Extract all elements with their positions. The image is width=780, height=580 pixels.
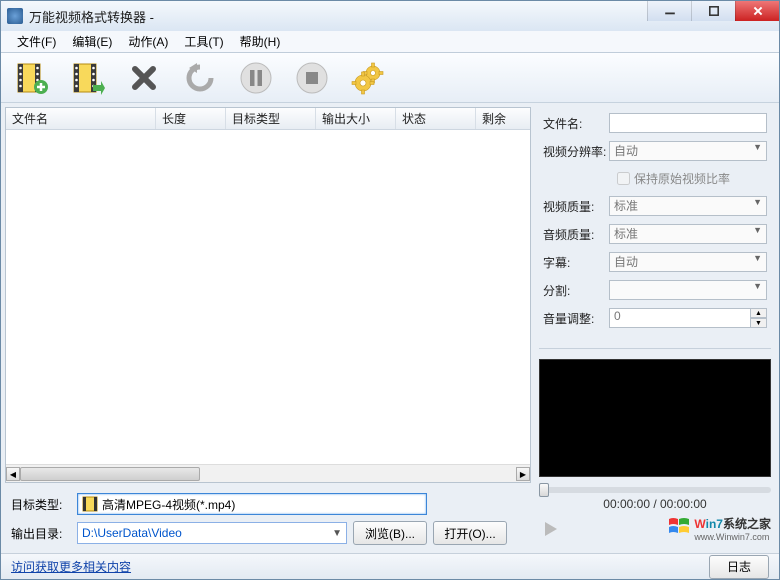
play-icon	[541, 520, 559, 538]
pause-button[interactable]	[237, 59, 275, 97]
volume-down-button[interactable]: ▼	[751, 318, 767, 328]
menu-edit[interactable]: 编辑(E)	[64, 31, 120, 52]
chevron-down-icon: ▼	[753, 281, 762, 291]
menu-file[interactable]: 文件(F)	[9, 31, 64, 52]
delete-button[interactable]	[125, 59, 163, 97]
titlebar: 万能视频格式转换器 -	[1, 1, 779, 31]
resolution-select[interactable]: 自动▼	[609, 141, 767, 161]
stop-button[interactable]	[293, 59, 331, 97]
video-quality-select[interactable]: 标准▼	[609, 196, 767, 216]
volume-input[interactable]: 0	[609, 308, 751, 328]
target-type-value: 高清MPEG-4视频(*.mp4)	[102, 496, 235, 513]
app-window: 万能视频格式转换器 - 文件(F) 编辑(E) 动作(A) 工具(T) 帮助(H…	[0, 0, 780, 580]
subtitle-label: 字幕:	[543, 254, 609, 271]
col-remaining[interactable]: 剩余	[476, 108, 530, 129]
settings-button[interactable]	[349, 59, 387, 97]
time-display: 00:00:00 / 00:00:00	[539, 497, 771, 511]
volume-label: 音量调整:	[543, 310, 609, 327]
scroll-right-arrow[interactable]: ▶	[516, 467, 530, 481]
seek-slider[interactable]	[539, 487, 771, 493]
subtitle-select[interactable]: 自动▼	[609, 252, 767, 272]
maximize-button[interactable]	[691, 1, 735, 21]
chevron-down-icon: ▼	[753, 197, 762, 207]
audio-quality-label: 音频质量:	[543, 226, 609, 243]
browse-button[interactable]: 浏览(B)...	[353, 521, 427, 545]
output-dir-label: 输出目录:	[11, 525, 71, 542]
refresh-icon	[183, 61, 217, 95]
log-button[interactable]: 日志	[709, 555, 769, 579]
play-button[interactable]	[539, 518, 561, 540]
toolbar	[1, 53, 779, 103]
statusbar: 访问获取更多相关内容 日志	[1, 553, 779, 579]
pause-icon	[239, 61, 273, 95]
window-title: 万能视频格式转换器 -	[29, 7, 154, 26]
keep-ratio-box[interactable]	[617, 172, 630, 185]
scroll-thumb[interactable]	[20, 467, 200, 481]
horizontal-scrollbar[interactable]: ◀ ▶	[6, 464, 530, 482]
audio-quality-select[interactable]: 标准▼	[609, 224, 767, 244]
chevron-down-icon: ▼	[753, 253, 762, 263]
watermark: Win7Win7系统之家系统之家 www.Winwin7.com	[668, 515, 771, 542]
file-table: 文件名 长度 目标类型 输出大小 状态 剩余 ◀ ▶	[5, 107, 531, 483]
menu-action[interactable]: 动作(A)	[120, 31, 176, 52]
col-status[interactable]: 状态	[396, 108, 476, 129]
chevron-down-icon: ▼	[753, 225, 762, 235]
add-file-button[interactable]	[13, 59, 51, 97]
close-button[interactable]	[735, 1, 779, 21]
bottom-fields: 目标类型: 高清MPEG-4视频(*.mp4) 输出目录: D:\UserDat…	[1, 487, 535, 553]
x-icon	[127, 61, 161, 95]
chevron-down-icon: ▼	[753, 142, 762, 152]
open-button[interactable]: 打开(O)...	[433, 521, 507, 545]
film-arrow-icon	[71, 61, 105, 95]
output-dir-combo[interactable]: D:\UserData\Video ▼	[77, 522, 347, 544]
stop-icon	[295, 61, 329, 95]
resolution-label: 视频分辨率:	[543, 143, 609, 160]
seek-knob[interactable]	[539, 483, 549, 497]
windows-flag-icon	[668, 516, 690, 541]
watermark-url: www.Winwin7.com	[694, 532, 771, 542]
col-filename[interactable]: 文件名	[6, 108, 156, 129]
split-label: 分割:	[543, 282, 609, 299]
right-pane: 文件名: 视频分辨率: 自动▼ 保持原始视频比率 视频质量: 标准▼ 音频质量:	[535, 103, 779, 553]
col-length[interactable]: 长度	[156, 108, 226, 129]
keep-ratio-label: 保持原始视频比率	[634, 170, 730, 187]
col-output-size[interactable]: 输出大小	[316, 108, 396, 129]
film-add-icon	[15, 61, 49, 95]
status-link[interactable]: 访问获取更多相关内容	[11, 558, 131, 575]
volume-up-button[interactable]: ▲	[751, 308, 767, 318]
gear-icon	[351, 61, 385, 95]
left-pane: 文件名 长度 目标类型 输出大小 状态 剩余 ◀ ▶ 目标类型:	[1, 103, 535, 553]
menu-tool[interactable]: 工具(T)	[176, 31, 231, 52]
filename-label: 文件名:	[543, 115, 609, 132]
scroll-left-arrow[interactable]: ◀	[6, 467, 20, 481]
film-mini-icon	[82, 496, 98, 512]
minimize-button[interactable]	[647, 1, 691, 21]
menubar: 文件(F) 编辑(E) 动作(A) 工具(T) 帮助(H)	[1, 31, 779, 53]
target-type-label: 目标类型:	[11, 496, 71, 513]
preview-area: 00:00:00 / 00:00:00 Win7Win7系统之家系统之家 www…	[539, 348, 771, 542]
add-folder-button[interactable]	[69, 59, 107, 97]
split-select[interactable]: ▼	[609, 280, 767, 300]
app-icon	[7, 8, 23, 24]
chevron-down-icon: ▼	[332, 528, 342, 539]
target-type-combo[interactable]: 高清MPEG-4视频(*.mp4)	[77, 493, 427, 515]
video-preview[interactable]	[539, 359, 771, 477]
table-header: 文件名 长度 目标类型 输出大小 状态 剩余	[6, 108, 530, 130]
side-form: 文件名: 视频分辨率: 自动▼ 保持原始视频比率 视频质量: 标准▼ 音频质量:	[539, 107, 771, 342]
filename-input[interactable]	[609, 113, 767, 133]
keep-ratio-checkbox[interactable]: 保持原始视频比率	[613, 169, 767, 188]
col-target-type[interactable]: 目标类型	[226, 108, 316, 129]
output-dir-value: D:\UserData\Video	[82, 526, 182, 540]
menu-help[interactable]: 帮助(H)	[232, 31, 289, 52]
table-body[interactable]	[6, 130, 530, 464]
video-quality-label: 视频质量:	[543, 198, 609, 215]
main-area: 文件名 长度 目标类型 输出大小 状态 剩余 ◀ ▶ 目标类型:	[1, 103, 779, 553]
refresh-button[interactable]	[181, 59, 219, 97]
